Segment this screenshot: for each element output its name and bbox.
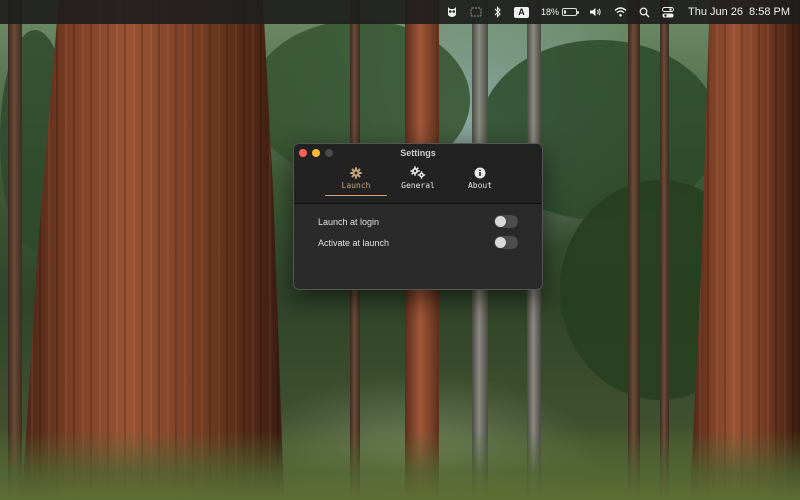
clock-date: Thu Jun 26 [687,6,744,18]
clock-time: 8:58 PM [749,6,790,18]
battery-level-fill [563,10,566,14]
owl-icon[interactable] [440,0,464,24]
gears-icon [410,166,426,179]
bluetooth-icon[interactable] [488,0,508,24]
settings-window: Settings Launch General About Launch at … [293,143,543,290]
battery-icon [561,8,579,16]
tab-launch[interactable]: Launch [325,166,387,196]
launch-at-login-label: Launch at login [318,216,380,227]
window-title: Settings [400,148,436,158]
search-icon[interactable] [633,0,656,24]
toggle-knob [495,237,506,248]
battery-percent: 18% [540,7,559,17]
window-toolbar: Settings Launch General About [294,144,542,204]
wifi-icon[interactable] [608,0,633,24]
input-source-icon[interactable]: A [508,0,535,24]
setting-row-launch-at-login: Launch at login [318,211,518,232]
gear-icon [350,166,362,179]
launch-at-login-toggle[interactable] [494,215,518,228]
activate-at-launch-label: Activate at launch [318,237,390,248]
activate-at-launch-toggle[interactable] [494,236,518,249]
battery-status[interactable]: 18% [535,0,583,24]
tab-general-label: General [401,181,435,190]
tab-about-label: About [467,181,493,190]
settings-content: Launch at login Activate at launch [294,204,542,253]
display-icon[interactable] [464,0,488,24]
toggle-knob [495,216,506,227]
tab-launch-label: Launch [341,181,371,190]
setting-row-activate-at-launch: Activate at launch [318,232,518,253]
input-source-badge: A [513,6,529,18]
tab-general[interactable]: General [394,166,442,196]
tab-bar: Launch General About [294,166,542,196]
info-icon [474,166,486,179]
tab-about[interactable]: About [456,166,504,196]
volume-icon[interactable] [583,0,608,24]
control-center-icon[interactable] [656,0,680,24]
menubar-clock[interactable]: Thu Jun 26 8:58 PM [680,0,790,24]
menu-bar: A 18% Thu Jun 26 8:58 PM [0,0,800,24]
